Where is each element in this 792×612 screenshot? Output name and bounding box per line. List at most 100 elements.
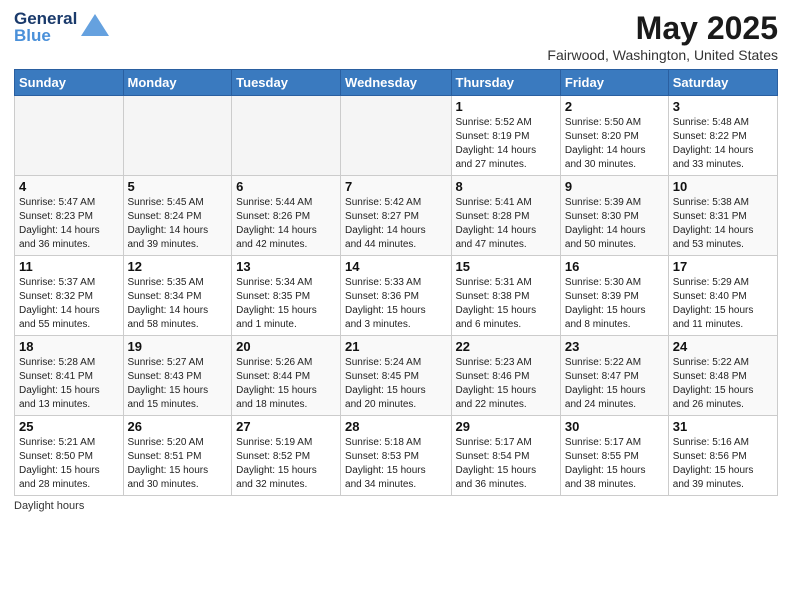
calendar-cell: 11 Sunrise: 5:37 AMSunset: 8:32 PMDayligh… [15,256,124,336]
day-info: Sunrise: 5:18 AMSunset: 8:53 PMDaylight:… [345,436,446,492]
calendar-cell [341,96,451,176]
main-title: May 2025 [547,10,778,47]
calendar-cell: 17 Sunrise: 5:29 AMSunset: 8:40 PMDayligh… [668,256,777,336]
calendar-cell: 9 Sunrise: 5:39 AMSunset: 8:30 PMDaylight… [560,176,668,256]
calendar-week-row: 4 Sunrise: 5:47 AMSunset: 8:23 PMDaylight… [15,176,778,256]
day-info: Sunrise: 5:44 AMSunset: 8:26 PMDaylight:… [236,196,336,252]
logo-blue: Blue [14,27,77,44]
calendar-cell: 12 Sunrise: 5:35 AMSunset: 8:34 PMDayligh… [123,256,232,336]
calendar-cell: 1Sunrise: 5:52 AMSunset: 8:19 PMDaylight… [451,96,560,176]
day-number: 19 [128,339,228,354]
day-number: 8 [456,179,556,194]
calendar-day-header: Saturday [668,70,777,96]
day-number: 15 [456,259,556,274]
calendar-week-row: 1Sunrise: 5:52 AMSunset: 8:19 PMDaylight… [15,96,778,176]
day-info: Sunrise: 5:37 AMSunset: 8:32 PMDaylight:… [19,276,119,332]
calendar-day-header: Wednesday [341,70,451,96]
calendar-day-header: Friday [560,70,668,96]
day-info: Sunrise: 5:39 AMSunset: 8:30 PMDaylight:… [565,196,664,252]
calendar-cell: 14Sunrise: 5:33 AMSunset: 8:36 PMDayligh… [341,256,451,336]
calendar-cell: 15 Sunrise: 5:31 AMSunset: 8:38 PMDayligh… [451,256,560,336]
day-number: 30 [565,419,664,434]
calendar-cell: 4 Sunrise: 5:47 AMSunset: 8:23 PMDaylight… [15,176,124,256]
day-number: 28 [345,419,446,434]
calendar-day-header: Sunday [15,70,124,96]
calendar-cell: 16Sunrise: 5:30 AMSunset: 8:39 PMDayligh… [560,256,668,336]
page-container: General Blue May 2025 Fairwood, Washingt… [0,0,792,522]
day-info: Sunrise: 5:31 AMSunset: 8:38 PMDaylight:… [456,276,556,332]
day-info: Sunrise: 5:22 AMSunset: 8:47 PMDaylight:… [565,356,664,412]
day-info: Sunrise: 5:29 AMSunset: 8:40 PMDaylight:… [673,276,773,332]
day-number: 13 [236,259,336,274]
day-number: 11 [19,259,119,274]
day-info: Sunrise: 5:52 AMSunset: 8:19 PMDaylight:… [456,116,556,172]
calendar-cell: 6 Sunrise: 5:44 AMSunset: 8:26 PMDaylight… [232,176,341,256]
day-info: Sunrise: 5:17 AMSunset: 8:55 PMDaylight:… [565,436,664,492]
day-number: 4 [19,179,119,194]
calendar-day-header: Monday [123,70,232,96]
calendar-cell: 29 Sunrise: 5:17 AMSunset: 8:54 PMDayligh… [451,416,560,496]
calendar-cell: 18Sunrise: 5:28 AMSunset: 8:41 PMDayligh… [15,336,124,416]
day-number: 21 [345,339,446,354]
calendar-cell: 26 Sunrise: 5:20 AMSunset: 8:51 PMDayligh… [123,416,232,496]
day-number: 2 [565,99,664,114]
calendar-cell: 21Sunrise: 5:24 AMSunset: 8:45 PMDayligh… [341,336,451,416]
title-block: May 2025 Fairwood, Washington, United St… [547,10,778,63]
header: General Blue May 2025 Fairwood, Washingt… [14,10,778,63]
calendar-cell: 5 Sunrise: 5:45 AMSunset: 8:24 PMDaylight… [123,176,232,256]
day-info: Sunrise: 5:20 AMSunset: 8:51 PMDaylight:… [128,436,228,492]
calendar-cell: 10Sunrise: 5:38 AMSunset: 8:31 PMDayligh… [668,176,777,256]
calendar-cell [15,96,124,176]
calendar-header-row: SundayMondayTuesdayWednesdayThursdayFrid… [15,70,778,96]
calendar-week-row: 25 Sunrise: 5:21 AMSunset: 8:50 PMDayligh… [15,416,778,496]
day-info: Sunrise: 5:23 AMSunset: 8:46 PMDaylight:… [456,356,556,412]
calendar-week-row: 18Sunrise: 5:28 AMSunset: 8:41 PMDayligh… [15,336,778,416]
day-info: Sunrise: 5:19 AMSunset: 8:52 PMDaylight:… [236,436,336,492]
day-number: 24 [673,339,773,354]
day-number: 14 [345,259,446,274]
calendar-day-header: Thursday [451,70,560,96]
daylight-label: Daylight hours [14,500,84,512]
day-number: 9 [565,179,664,194]
day-number: 5 [128,179,228,194]
calendar-cell: 31Sunrise: 5:16 AMSunset: 8:56 PMDayligh… [668,416,777,496]
calendar-cell: 24 Sunrise: 5:22 AMSunset: 8:48 PMDayligh… [668,336,777,416]
calendar-cell: 22Sunrise: 5:23 AMSunset: 8:46 PMDayligh… [451,336,560,416]
day-info: Sunrise: 5:26 AMSunset: 8:44 PMDaylight:… [236,356,336,412]
day-number: 3 [673,99,773,114]
day-number: 23 [565,339,664,354]
calendar-cell: 13 Sunrise: 5:34 AMSunset: 8:35 PMDayligh… [232,256,341,336]
day-number: 12 [128,259,228,274]
logo: General Blue [14,10,109,44]
day-info: Sunrise: 5:27 AMSunset: 8:43 PMDaylight:… [128,356,228,412]
day-info: Sunrise: 5:38 AMSunset: 8:31 PMDaylight:… [673,196,773,252]
calendar-cell: 23 Sunrise: 5:22 AMSunset: 8:47 PMDayligh… [560,336,668,416]
day-number: 6 [236,179,336,194]
day-info: Sunrise: 5:17 AMSunset: 8:54 PMDaylight:… [456,436,556,492]
day-info: Sunrise: 5:21 AMSunset: 8:50 PMDaylight:… [19,436,119,492]
calendar-cell: 20Sunrise: 5:26 AMSunset: 8:44 PMDayligh… [232,336,341,416]
footer: Daylight hours [14,500,778,512]
day-number: 31 [673,419,773,434]
calendar-cell: 8 Sunrise: 5:41 AMSunset: 8:28 PMDaylight… [451,176,560,256]
day-number: 25 [19,419,119,434]
day-number: 17 [673,259,773,274]
logo-icon [81,14,109,36]
day-info: Sunrise: 5:45 AMSunset: 8:24 PMDaylight:… [128,196,228,252]
day-info: Sunrise: 5:47 AMSunset: 8:23 PMDaylight:… [19,196,119,252]
day-info: Sunrise: 5:41 AMSunset: 8:28 PMDaylight:… [456,196,556,252]
day-info: Sunrise: 5:30 AMSunset: 8:39 PMDaylight:… [565,276,664,332]
calendar-cell: 19 Sunrise: 5:27 AMSunset: 8:43 PMDayligh… [123,336,232,416]
calendar-cell [123,96,232,176]
calendar-cell [232,96,341,176]
calendar-cell: 2Sunrise: 5:50 AMSunset: 8:20 PMDaylight… [560,96,668,176]
day-number: 26 [128,419,228,434]
day-number: 29 [456,419,556,434]
calendar-week-row: 11 Sunrise: 5:37 AMSunset: 8:32 PMDayligh… [15,256,778,336]
day-info: Sunrise: 5:22 AMSunset: 8:48 PMDaylight:… [673,356,773,412]
calendar-day-header: Tuesday [232,70,341,96]
day-info: Sunrise: 5:35 AMSunset: 8:34 PMDaylight:… [128,276,228,332]
day-info: Sunrise: 5:48 AMSunset: 8:22 PMDaylight:… [673,116,773,172]
calendar-table: SundayMondayTuesdayWednesdayThursdayFrid… [14,69,778,496]
day-info: Sunrise: 5:34 AMSunset: 8:35 PMDaylight:… [236,276,336,332]
